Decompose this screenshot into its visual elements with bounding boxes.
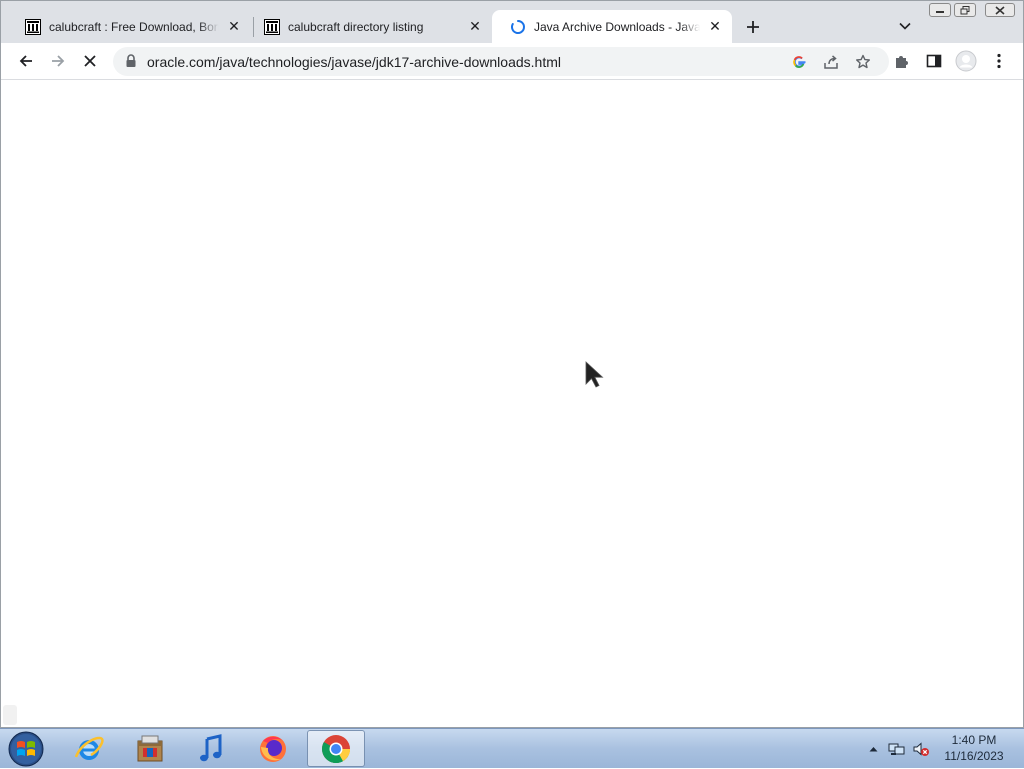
taskbar-internet-explorer[interactable]: [60, 730, 118, 767]
page-content[interactable]: [1, 81, 1023, 727]
status-bubble: [3, 705, 17, 725]
itunes-icon: [200, 733, 222, 761]
taskbar-firefox[interactable]: [244, 730, 302, 767]
chevron-up-icon: [869, 747, 877, 752]
profile-button[interactable]: [954, 49, 978, 73]
internet-explorer-icon: [74, 736, 104, 760]
archive-icon: [264, 18, 280, 35]
avatar: [955, 50, 977, 72]
taskbar: 1:40 PM 11/16/2023: [0, 728, 1024, 768]
mouse-cursor-icon: [585, 361, 604, 388]
taskbar-itunes[interactable]: [182, 730, 240, 767]
taskbar-installer[interactable]: [121, 730, 179, 767]
tab-java-archive[interactable]: Java Archive Downloads - Java SE 17 ✕: [492, 10, 732, 43]
firefox-icon: [260, 735, 286, 762]
stop-icon: [84, 55, 96, 67]
minimize-button[interactable]: [929, 3, 951, 17]
clock-time: 1:40 PM: [951, 733, 997, 747]
system-tray: [866, 729, 932, 769]
side-panel-button[interactable]: [922, 49, 946, 73]
side-panel-icon: [926, 54, 942, 68]
network-icon[interactable]: [886, 739, 908, 759]
windows-orb-icon: [8, 731, 44, 767]
back-button[interactable]: [14, 49, 38, 73]
browser-toolbar: oracle.com/java/technologies/javase/jdk1…: [1, 43, 1023, 80]
loading-spinner-icon: [510, 19, 526, 35]
volume-muted-icon[interactable]: [910, 739, 932, 759]
kebab-menu-icon: [997, 53, 1001, 69]
bookmark-star-icon[interactable]: [851, 50, 875, 74]
url-text[interactable]: oracle.com/java/technologies/javase/jdk1…: [147, 54, 561, 70]
new-tab-button[interactable]: [742, 16, 764, 38]
close-icon[interactable]: ✕: [225, 18, 243, 36]
taskbar-clock[interactable]: 1:40 PM 11/16/2023: [936, 732, 1012, 764]
tab-title: calubcraft directory listing: [288, 19, 424, 34]
close-window-button[interactable]: [985, 3, 1015, 17]
close-icon[interactable]: ✕: [466, 18, 484, 36]
tab-calubcraft-download[interactable]: calubcraft : Free Download, Borrow ✕: [7, 10, 251, 43]
installer-icon: [137, 735, 163, 761]
chrome-icon: [322, 734, 350, 763]
taskbar-chrome[interactable]: [307, 730, 365, 767]
forward-arrow-icon: [52, 55, 65, 67]
maximize-button[interactable]: [954, 3, 976, 17]
address-bar[interactable]: oracle.com/java/technologies/javase/jdk1…: [113, 47, 889, 76]
extensions-button[interactable]: [890, 49, 914, 73]
back-arrow-icon: [19, 55, 32, 67]
archive-icon: [25, 18, 41, 35]
tab-strip: calubcraft : Free Download, Borrow ✕ cal…: [1, 1, 1023, 43]
google-lens-icon[interactable]: [787, 50, 811, 74]
stop-loading-button[interactable]: [78, 49, 102, 73]
forward-button[interactable]: [46, 49, 70, 73]
show-hidden-icons-button[interactable]: [866, 742, 880, 756]
chevron-down-icon: [899, 22, 911, 30]
lock-icon[interactable]: [125, 54, 137, 73]
share-icon[interactable]: [819, 50, 843, 74]
tab-calubcraft-listing[interactable]: calubcraft directory listing ✕: [246, 10, 492, 43]
close-icon[interactable]: ✕: [706, 18, 724, 36]
tab-search-button[interactable]: [895, 16, 915, 36]
browser-window: calubcraft : Free Download, Borrow ✕ cal…: [0, 0, 1024, 728]
start-button[interactable]: [6, 730, 46, 768]
puzzle-icon: [896, 56, 908, 68]
menu-button[interactable]: [987, 49, 1011, 73]
clock-date: 11/16/2023: [944, 749, 1004, 763]
tab-title: Java Archive Downloads - Java SE 17: [534, 19, 700, 34]
tab-title: calubcraft : Free Download, Borrow: [49, 19, 219, 34]
